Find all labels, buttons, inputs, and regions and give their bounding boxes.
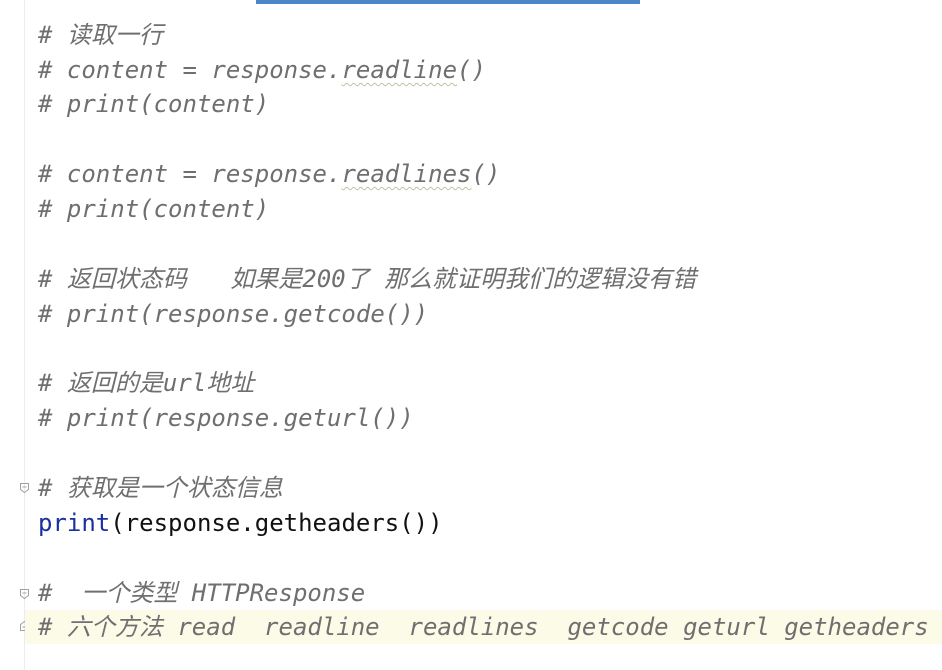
code-line[interactable]: # 返回的是url地址 (38, 366, 942, 400)
comment-text: # print(content) (38, 90, 270, 118)
code-line[interactable]: # print(response.geturl()) (38, 401, 942, 435)
code-line[interactable]: # 返回状态码 如果是200了 那么就证明我们的逻辑没有错 (38, 262, 942, 296)
fold-start-icon[interactable] (19, 482, 30, 494)
gutter-divider (24, 0, 25, 670)
builtin-function-name: print (38, 509, 111, 537)
code-line[interactable]: # 一个类型 HTTPResponse (38, 576, 942, 610)
code-text: (response.getheaders()) (110, 509, 443, 537)
current-code-line[interactable]: # 六个方法 read readline readlines getcode g… (25, 610, 942, 644)
code-line[interactable]: # print(response.getcode()) (38, 297, 942, 331)
comment-text: # 六个方法 read readline readlines getcode g… (38, 613, 929, 641)
code-line[interactable]: # print(content) (38, 192, 942, 226)
code-editor[interactable]: # 读取一行 # content = response.readline() #… (0, 0, 942, 670)
code-line[interactable]: print(response.getheaders()) (38, 506, 942, 540)
line-gutter[interactable] (0, 0, 24, 670)
comment-text: # 获取是一个状态信息 (38, 474, 283, 502)
comment-text: # print(content) (38, 195, 270, 223)
code-line[interactable]: # content = response.readlines() (38, 157, 942, 191)
code-line[interactable]: # content = response.readline() (38, 53, 942, 87)
comment-text: # 返回的是url地址 (38, 369, 255, 397)
comment-text: () (457, 56, 486, 84)
comment-text: # content = response. (38, 56, 342, 84)
code-line[interactable]: # 读取一行 (38, 18, 942, 52)
code-line[interactable]: # 获取是一个状态信息 (38, 471, 942, 505)
fold-start-icon[interactable] (19, 588, 30, 600)
comment-text: # print(response.getcode()) (38, 300, 429, 328)
comment-text: # content = response. (38, 160, 342, 188)
active-tab-indicator (256, 0, 640, 4)
comment-text: # 读取一行 (38, 21, 163, 49)
comment-text: # 一个类型 HTTPResponse (38, 579, 366, 607)
code-line[interactable]: # print(content) (38, 87, 942, 121)
comment-text: # 返回状态码 如果是200了 那么就证明我们的逻辑没有错 (38, 265, 697, 293)
typo-warning-word: readlines (341, 160, 472, 188)
typo-warning-word: readline (341, 56, 458, 84)
comment-text: () (471, 160, 501, 188)
comment-text: # print(response.geturl()) (38, 404, 414, 432)
